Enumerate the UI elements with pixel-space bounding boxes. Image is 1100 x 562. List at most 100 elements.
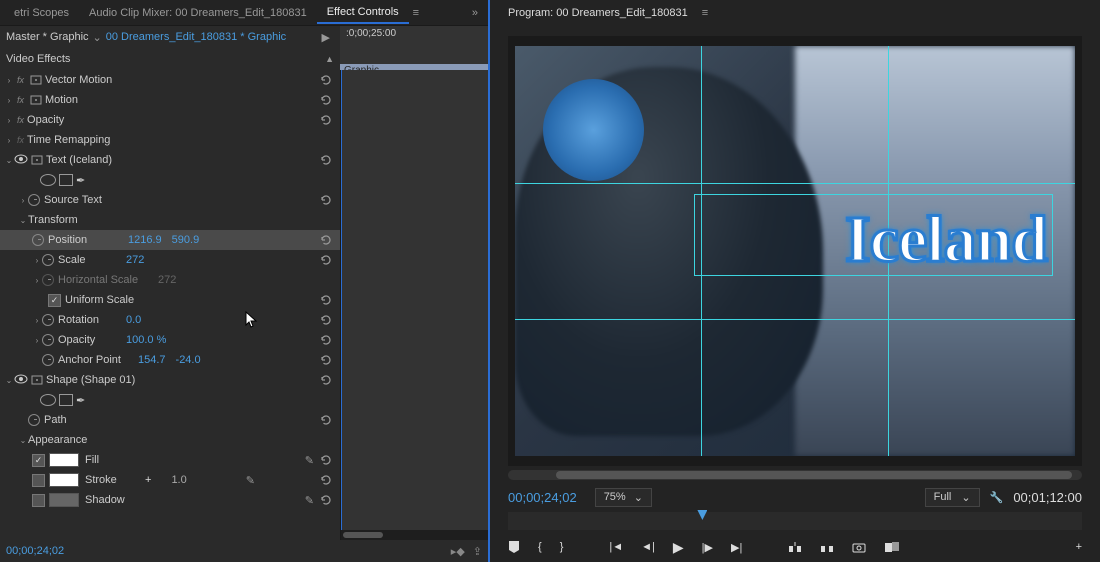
reset-icon[interactable] bbox=[320, 374, 336, 386]
ellipse-mask-icon[interactable] bbox=[40, 174, 56, 186]
footer-keyframe-icon[interactable]: ▸◆ bbox=[451, 545, 465, 558]
step-forward-button[interactable]: |▶ bbox=[702, 541, 713, 554]
twirl-icon[interactable]: › bbox=[32, 276, 42, 285]
lift-button[interactable] bbox=[788, 541, 802, 553]
visibility-eye-icon[interactable] bbox=[14, 374, 28, 387]
step-back-button[interactable]: ◄| bbox=[641, 541, 655, 553]
stroke-checkbox[interactable] bbox=[32, 474, 45, 487]
effect-shape-layer[interactable]: ⌄ Shape (Shape 01) bbox=[0, 370, 340, 390]
stopwatch-icon[interactable] bbox=[42, 354, 54, 366]
reset-icon[interactable] bbox=[320, 494, 336, 506]
stroke-color-swatch[interactable] bbox=[49, 473, 79, 487]
twirl-icon[interactable]: › bbox=[4, 116, 14, 125]
pen-mask-icon[interactable]: ✒ bbox=[76, 394, 85, 407]
prop-appearance[interactable]: ⌄ Appearance bbox=[0, 430, 340, 450]
reset-icon[interactable] bbox=[320, 294, 336, 306]
zoom-dropdown[interactable]: 75% ⌄ bbox=[595, 488, 652, 507]
stopwatch-icon[interactable] bbox=[28, 194, 40, 206]
prop-shadow[interactable]: Shadow ✎ bbox=[0, 490, 340, 510]
motion-box-icon[interactable] bbox=[29, 93, 43, 107]
tab-effect-controls[interactable]: Effect Controls bbox=[317, 2, 409, 24]
motion-box-icon[interactable] bbox=[30, 153, 44, 167]
twirl-icon[interactable]: › bbox=[4, 96, 14, 105]
effect-opacity[interactable]: › fx Opacity bbox=[0, 110, 340, 130]
add-marker-button[interactable] bbox=[508, 540, 520, 554]
eyedropper-icon[interactable]: ✎ bbox=[305, 494, 314, 507]
program-timeline-ruler[interactable] bbox=[508, 512, 1082, 530]
effect-motion[interactable]: › fx Motion bbox=[0, 90, 340, 110]
mark-in-button[interactable]: { bbox=[538, 541, 542, 553]
effect-vector-motion[interactable]: › fx Vector Motion bbox=[0, 70, 340, 90]
stopwatch-icon[interactable] bbox=[42, 334, 54, 346]
add-stroke-icon[interactable]: + bbox=[145, 474, 151, 486]
twirl-icon[interactable]: › bbox=[32, 336, 42, 345]
stroke-width-value[interactable]: 1.0 bbox=[171, 474, 186, 486]
twirl-open-icon[interactable]: ⌄ bbox=[4, 376, 14, 385]
reset-icon[interactable] bbox=[320, 94, 336, 106]
resolution-dropdown[interactable]: Full ⌄ bbox=[925, 488, 980, 507]
prop-opacity[interactable]: › Opacity 100.0 % bbox=[0, 330, 340, 350]
reset-icon[interactable] bbox=[320, 454, 336, 466]
panel-menu-icon[interactable]: ≡ bbox=[413, 7, 419, 19]
pen-mask-icon[interactable]: ✒ bbox=[76, 174, 85, 187]
prop-path[interactable]: Path bbox=[0, 410, 340, 430]
scale-value[interactable]: 272 bbox=[126, 254, 144, 266]
reset-icon[interactable] bbox=[320, 234, 336, 246]
prop-anchor-point[interactable]: Anchor Point 154.7 -24.0 bbox=[0, 350, 340, 370]
current-timecode[interactable]: 00;00;24;02 bbox=[6, 545, 64, 557]
prop-source-text[interactable]: › Source Text bbox=[0, 190, 340, 210]
effect-mini-timeline[interactable] bbox=[340, 70, 488, 540]
stopwatch-icon[interactable] bbox=[28, 414, 40, 426]
uniform-scale-checkbox[interactable] bbox=[48, 294, 61, 307]
visibility-eye-icon[interactable] bbox=[14, 154, 28, 167]
motion-box-icon[interactable] bbox=[29, 73, 43, 87]
eyedropper-icon[interactable]: ✎ bbox=[305, 454, 314, 467]
eyedropper-icon[interactable]: ✎ bbox=[246, 474, 255, 487]
tab-lumetri-scopes[interactable]: etri Scopes bbox=[4, 3, 79, 23]
rectangle-mask-icon[interactable] bbox=[59, 174, 73, 186]
reset-icon[interactable] bbox=[320, 354, 336, 366]
twirl-open-icon[interactable]: ⌄ bbox=[4, 156, 14, 165]
extract-button[interactable] bbox=[820, 541, 834, 553]
twirl-icon[interactable]: › bbox=[4, 76, 14, 85]
mark-out-button[interactable]: } bbox=[560, 541, 564, 553]
stopwatch-icon[interactable] bbox=[32, 234, 44, 246]
go-to-out-button[interactable]: ▶| bbox=[731, 541, 742, 554]
prop-uniform-scale[interactable]: Uniform Scale bbox=[0, 290, 340, 310]
chevron-down-icon[interactable]: ⌄ bbox=[89, 31, 106, 44]
tab-program[interactable]: Program: 00 Dreamers_Edit_180831 bbox=[498, 3, 698, 23]
position-y-value[interactable]: 590.9 bbox=[172, 234, 200, 246]
stopwatch-icon[interactable] bbox=[42, 254, 54, 266]
master-label[interactable]: Master * Graphic bbox=[6, 31, 89, 43]
prop-rotation[interactable]: › Rotation 0.0 bbox=[0, 310, 340, 330]
reset-icon[interactable] bbox=[320, 194, 336, 206]
reset-icon[interactable] bbox=[320, 114, 336, 126]
anchor-y-value[interactable]: -24.0 bbox=[176, 354, 201, 366]
program-timecode[interactable]: 00;00;24;02 bbox=[508, 490, 577, 505]
shadow-checkbox[interactable] bbox=[32, 494, 45, 507]
rectangle-mask-icon[interactable] bbox=[59, 394, 73, 406]
twirl-icon[interactable]: › bbox=[4, 136, 14, 145]
collapse-arrow-icon[interactable]: ▲ bbox=[325, 54, 334, 64]
footer-export-icon[interactable]: ⇪ bbox=[473, 545, 482, 558]
twirl-icon[interactable]: › bbox=[32, 256, 42, 265]
ellipse-mask-icon[interactable] bbox=[40, 394, 56, 406]
panel-overflow-icon[interactable]: » bbox=[466, 7, 484, 19]
reset-icon[interactable] bbox=[320, 254, 336, 266]
video-frame[interactable]: Iceland bbox=[515, 46, 1075, 456]
play-arrow-icon[interactable]: ▶ bbox=[322, 31, 330, 44]
twirl-icon[interactable]: › bbox=[32, 316, 42, 325]
timeline-scrollbar-thumb[interactable] bbox=[343, 532, 383, 538]
export-frame-button[interactable] bbox=[852, 542, 866, 553]
motion-box-icon[interactable] bbox=[30, 373, 44, 387]
play-button[interactable]: ▶ bbox=[673, 539, 684, 556]
anchor-x-value[interactable]: 154.7 bbox=[138, 354, 166, 366]
opacity-value[interactable]: 100.0 % bbox=[126, 334, 166, 346]
go-to-in-button[interactable]: |◄ bbox=[609, 541, 623, 553]
reset-icon[interactable] bbox=[320, 334, 336, 346]
title-text-overlay[interactable]: Iceland bbox=[845, 202, 1047, 278]
rotation-value[interactable]: 0.0 bbox=[126, 314, 141, 326]
viewer-scrollbar[interactable] bbox=[508, 470, 1082, 480]
reset-icon[interactable] bbox=[320, 414, 336, 426]
twirl-open-icon[interactable]: ⌄ bbox=[18, 436, 28, 445]
